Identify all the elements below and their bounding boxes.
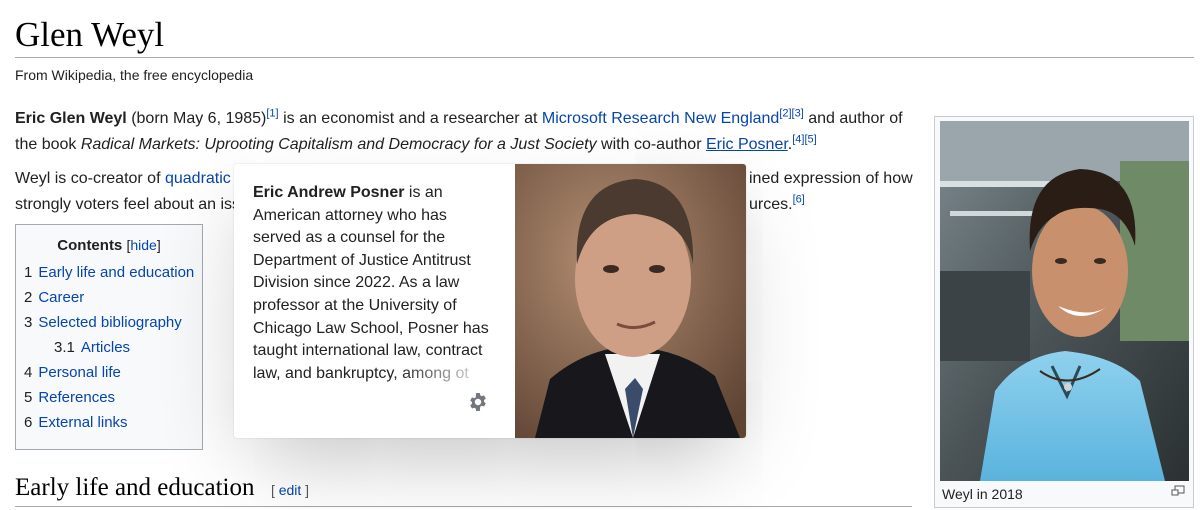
ref-6[interactable]: [6] xyxy=(793,194,805,206)
toc-link-early-life[interactable]: Early life and education xyxy=(38,264,194,281)
link-eric-posner[interactable]: Eric Posner xyxy=(706,136,788,153)
popup-extract: Eric Andrew Posner is an American attorn… xyxy=(253,182,493,387)
link-preview-popup[interactable]: Eric Andrew Posner is an American attorn… xyxy=(234,164,746,438)
toc-item[interactable]: 5 References xyxy=(16,385,202,410)
subject-name: Eric Glen Weyl xyxy=(15,110,127,127)
link-quadratic[interactable]: quadratic xyxy=(165,170,231,187)
toc-item[interactable]: 2 Career xyxy=(16,285,202,310)
popup-pointer xyxy=(712,152,736,164)
bracket: [ xyxy=(270,482,279,498)
toc-link-external-links[interactable]: External links xyxy=(38,414,127,431)
ref-4[interactable]: [4] xyxy=(792,134,804,146)
link-microsoft-research[interactable]: Microsoft Research New England xyxy=(542,110,779,127)
intro-text: with co-author xyxy=(596,136,706,153)
toc-item[interactable]: 6 External links xyxy=(16,410,202,435)
page-title: Glen Weyl xyxy=(15,12,1194,58)
page-tagline: From Wikipedia, the free encyclopedia xyxy=(15,67,254,83)
popup-body-text: is an American attorney who has served a… xyxy=(253,184,489,382)
gear-icon[interactable] xyxy=(468,392,488,412)
book-title: Radical Markets: Uprooting Capitalism an… xyxy=(80,136,597,153)
toc-number: 2 xyxy=(24,289,33,306)
section-heading-early-life: Early life and education [ edit ] xyxy=(15,474,912,507)
toc-number: 3 xyxy=(24,314,33,331)
intro-text: is an economist and a researcher at xyxy=(283,110,542,127)
bracket: ] xyxy=(156,237,161,253)
popup-fade xyxy=(253,363,493,387)
enlarge-icon[interactable] xyxy=(1171,485,1185,497)
table-of-contents: Contents [hide] 1 Early life and educatio… xyxy=(15,224,203,450)
para-text: ined expression of how xyxy=(749,170,913,187)
ref-1[interactable]: [1] xyxy=(266,108,278,120)
toc-title: Contents [hide] xyxy=(16,237,202,254)
ref-2[interactable]: [2] xyxy=(779,108,791,120)
toc-item[interactable]: 1 Early life and education xyxy=(16,260,202,285)
infobox-caption: Weyl in 2018 xyxy=(942,486,1023,502)
section-edit-link[interactable]: edit xyxy=(279,482,302,498)
toc-number: 6 xyxy=(24,414,33,431)
intro-paragraph: Eric Glen Weyl (born May 6, 1985)[1] is … xyxy=(15,106,915,158)
toc-link-articles[interactable]: Articles xyxy=(81,339,130,356)
popup-bold-name: Eric Andrew Posner xyxy=(253,184,405,201)
section-title: Early life and education xyxy=(15,474,255,501)
infobox: Weyl in 2018 xyxy=(934,116,1194,508)
bracket: ] xyxy=(301,482,310,498)
toc-heading: Contents xyxy=(57,237,123,254)
toc-number: 1 xyxy=(24,264,33,281)
popup-photo xyxy=(515,164,746,438)
para-text: Weyl is co-creator of xyxy=(15,170,165,187)
toc-hide-link[interactable]: hide xyxy=(130,237,156,253)
toc-link-personal-life[interactable]: Personal life xyxy=(38,364,121,381)
toc-link-career[interactable]: Career xyxy=(38,289,84,306)
toc-link-bibliography[interactable]: Selected bibliography xyxy=(38,314,181,331)
infobox-photo[interactable] xyxy=(940,121,1189,481)
ref-3[interactable]: [3] xyxy=(792,108,804,120)
para-text: urces. xyxy=(749,196,793,213)
toc-item[interactable]: 4 Personal life xyxy=(16,360,202,385)
toc-number: 3.1 xyxy=(54,339,75,356)
toc-item[interactable]: 3 Selected bibliography xyxy=(16,310,202,335)
para-text: strongly voters feel about an iss xyxy=(15,196,241,213)
ref-5[interactable]: [5] xyxy=(804,134,816,146)
toc-number: 5 xyxy=(24,389,33,406)
birth-info: (born May 6, 1985) xyxy=(126,110,267,127)
toc-item[interactable]: 3.1 Articles xyxy=(16,335,202,360)
toc-link-references[interactable]: References xyxy=(38,389,115,406)
toc-number: 4 xyxy=(24,364,33,381)
